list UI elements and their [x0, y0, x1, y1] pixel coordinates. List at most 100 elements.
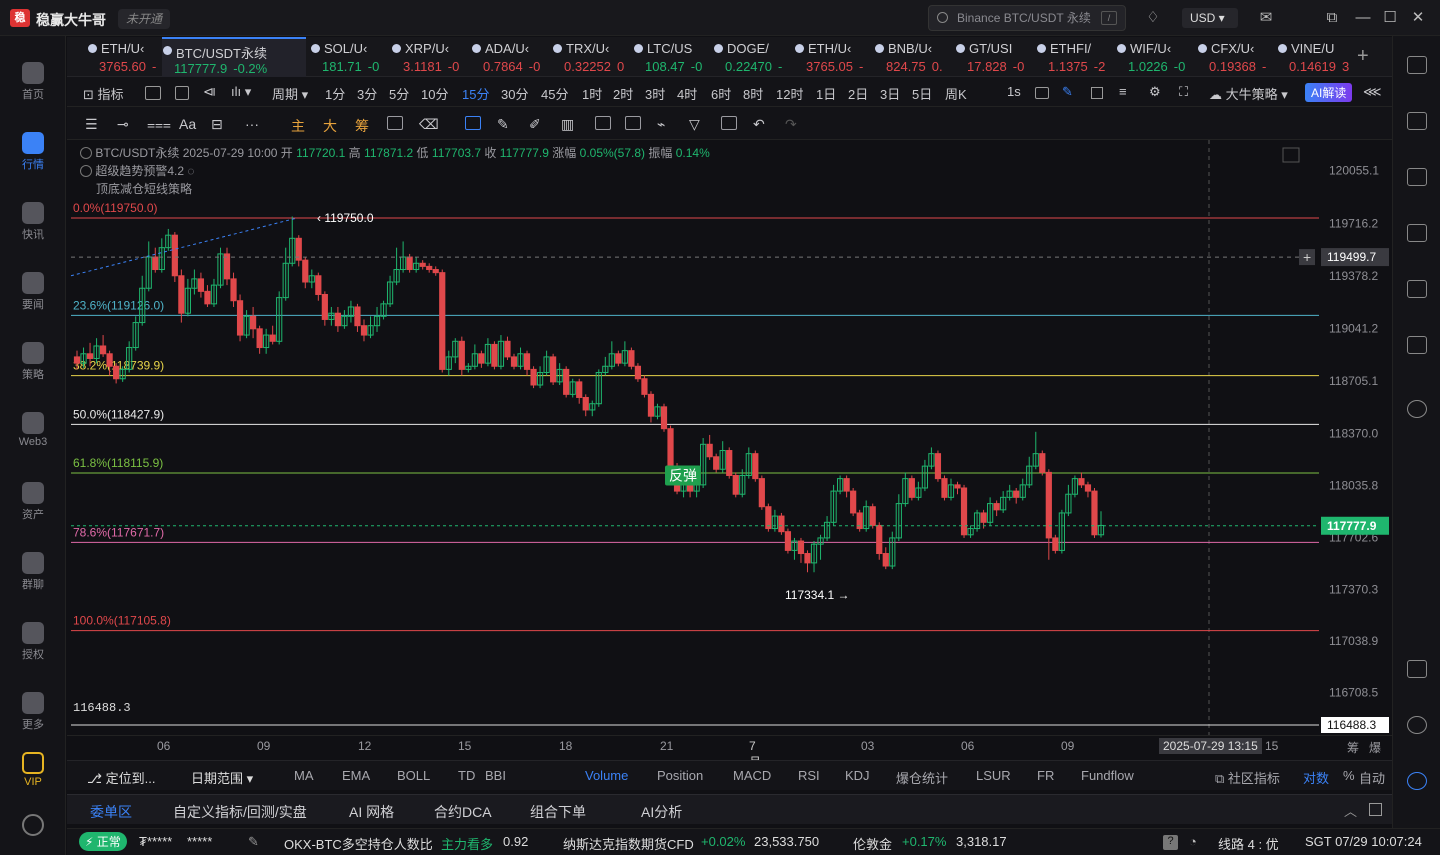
candle-type-icon[interactable]: ılı ▾: [231, 84, 251, 100]
support-icon[interactable]: [1407, 716, 1427, 734]
pen-icon[interactable]: ✎: [1062, 84, 1073, 100]
bars-icon[interactable]: ▥: [561, 116, 574, 133]
more-icon[interactable]: ···: [245, 116, 259, 132]
tool-main[interactable]: 主: [291, 116, 305, 136]
indicator-tab[interactable]: KDJ: [845, 768, 870, 783]
nav-item-2[interactable]: 快讯: [0, 202, 66, 242]
symbol-tab[interactable]: ETH/U‹ 3765.60-: [87, 37, 167, 77]
percent-scale-toggle[interactable]: %: [1343, 768, 1355, 783]
interval-item[interactable]: 1日: [816, 84, 836, 103]
legend-line-3[interactable]: 顶底减仓短线策略: [80, 180, 710, 198]
auto-scale-toggle[interactable]: 自动: [1359, 768, 1385, 787]
filter-icon[interactable]: ▽: [689, 116, 700, 133]
interval-item[interactable]: 1分: [325, 84, 345, 103]
collapse-icon[interactable]: [80, 147, 92, 159]
ticker-2-name[interactable]: 纳斯达克指数期货CFD: [563, 834, 694, 853]
indicator-tab[interactable]: TD: [458, 768, 475, 783]
compare-icon[interactable]: [387, 116, 403, 130]
indicator-tab[interactable]: BBI: [485, 768, 506, 783]
layout-icon[interactable]: [1407, 660, 1427, 678]
trend-icon[interactable]: [1407, 224, 1427, 242]
nav-item-1[interactable]: 行情: [0, 132, 66, 172]
multi-line-icon[interactable]: ⩶: [147, 116, 171, 133]
interval-item[interactable]: 3日: [880, 84, 900, 103]
ticker-1-name[interactable]: OKX-BTC多空持仓人数比: [284, 834, 433, 853]
currency-select[interactable]: USD ▾: [1182, 8, 1238, 28]
ruler-icon[interactable]: ⊟: [211, 116, 223, 133]
settings-icon[interactable]: [0, 814, 66, 838]
nav-item-9[interactable]: 更多: [0, 692, 66, 732]
indicator-button[interactable]: ⊡ 指标: [83, 84, 124, 103]
panel-tab[interactable]: 自定义指标/回测/实盘: [173, 802, 307, 822]
interval-item[interactable]: 3时: [645, 84, 665, 103]
nav-item-3[interactable]: 要闻: [0, 272, 66, 312]
note-icon[interactable]: [625, 116, 641, 130]
delete-icon[interactable]: [721, 116, 737, 130]
nav-item-7[interactable]: 群聊: [0, 552, 66, 592]
axis-liquidation-label[interactable]: 爆: [1369, 739, 1381, 756]
strategy-select[interactable]: ☁ 大牛策略 ▾: [1209, 84, 1288, 103]
interval-item[interactable]: 周K: [945, 84, 967, 103]
nav-item-10[interactable]: VIP: [0, 752, 66, 788]
nav-item-5[interactable]: Web3: [0, 412, 66, 448]
camera-icon[interactable]: [1035, 87, 1049, 99]
symbol-tab[interactable]: ETHFI/1.1375 -2: [1036, 37, 1116, 77]
symbol-tab[interactable]: GT/USI 17.828 -0: [955, 37, 1035, 77]
undo-icon[interactable]: ↶: [753, 116, 765, 133]
interval-item[interactable]: 5分: [389, 84, 409, 103]
screen-icon[interactable]: [1407, 280, 1427, 298]
legend-line-2[interactable]: 超级趋势预警4.2 ◌: [80, 162, 710, 180]
symbol-tab[interactable]: DOGE/0.22470-: [713, 37, 793, 77]
panel-tab[interactable]: 委单区: [90, 802, 132, 822]
chart-canvas[interactable]: 0.0%(119750.0)23.6%(119126.0)38.2%(11873…: [67, 140, 1392, 735]
symbol-tab[interactable]: BNB/U‹ 824.75 0.: [874, 37, 954, 77]
expand-icon[interactable]: [1091, 87, 1103, 99]
interval-item[interactable]: 30分: [501, 84, 528, 103]
symbol-tab[interactable]: XRP/U‹ 3.1181 -0: [391, 37, 471, 77]
watchlist-icon[interactable]: [1407, 56, 1427, 74]
interval-item[interactable]: 8时: [743, 84, 763, 103]
share-icon[interactable]: ⋘: [1363, 84, 1382, 100]
price-chart[interactable]: 0.0%(119750.0) 23.6%(119126.0) 38.2%(11873…: [67, 140, 1392, 735]
interval-item[interactable]: 12时: [776, 84, 803, 103]
seconds-interval[interactable]: 1s: [1007, 84, 1021, 99]
axis-chip-label[interactable]: 筹: [1347, 739, 1359, 756]
edit-icon[interactable]: ✎: [248, 834, 259, 850]
symbol-tab[interactable]: VINE/U 0.14619 3: [1277, 37, 1357, 77]
indicator-tab[interactable]: EMA: [342, 768, 370, 783]
add-symbol-icon[interactable]: +: [1357, 45, 1369, 68]
interval-item[interactable]: 2时: [613, 84, 633, 103]
indicator-tab[interactable]: Fundflow: [1081, 768, 1134, 783]
fullscreen-icon[interactable]: ⛶: [1179, 84, 1188, 100]
cursor-icon[interactable]: [465, 116, 481, 130]
log-scale-toggle[interactable]: 对数: [1303, 768, 1329, 787]
ai-interpret-button[interactable]: AI解读: [1305, 83, 1353, 102]
popout-panel-icon[interactable]: [1369, 803, 1382, 816]
period-select[interactable]: 周期 ▾: [272, 84, 308, 103]
symbol-tab[interactable]: ETH/U‹ 3765.05-: [794, 37, 874, 77]
magnet-icon[interactable]: ⌁: [657, 116, 665, 133]
nav-item-0[interactable]: 首页: [0, 62, 66, 102]
nav-item-8[interactable]: 授权: [0, 622, 66, 662]
panel-tab[interactable]: 合约DCA: [434, 802, 492, 822]
interval-item[interactable]: 3分: [357, 84, 377, 103]
indicator-tab[interactable]: 爆仓统计: [896, 768, 948, 787]
community-indicator-button[interactable]: ⧉ 社区指标: [1215, 768, 1280, 787]
search-input[interactable]: Binance BTC/USDT 永续: [928, 5, 1126, 31]
indicator-tab[interactable]: FR: [1037, 768, 1054, 783]
interval-item[interactable]: 1时: [582, 84, 602, 103]
font-tool[interactable]: Aa: [179, 116, 196, 132]
account-status-badge[interactable]: 未开通: [118, 9, 171, 29]
eraser-icon[interactable]: ⌫: [419, 116, 439, 133]
indicator-tab[interactable]: LSUR: [976, 768, 1011, 783]
interval-item[interactable]: 5日: [912, 84, 932, 103]
indicator-tab[interactable]: BOLL: [397, 768, 430, 783]
tool-big[interactable]: 大: [323, 116, 337, 136]
eye-icon[interactable]: ◌: [187, 164, 194, 178]
tool-chip[interactable]: 筹: [355, 116, 369, 136]
layout-split-icon[interactable]: [175, 86, 189, 100]
pencil-icon[interactable]: ✎: [497, 116, 509, 133]
replay-icon[interactable]: ⧏: [203, 84, 216, 100]
refresh-icon[interactable]: [1407, 400, 1427, 418]
locate-button[interactable]: ⎇ 定位到...: [87, 768, 155, 787]
